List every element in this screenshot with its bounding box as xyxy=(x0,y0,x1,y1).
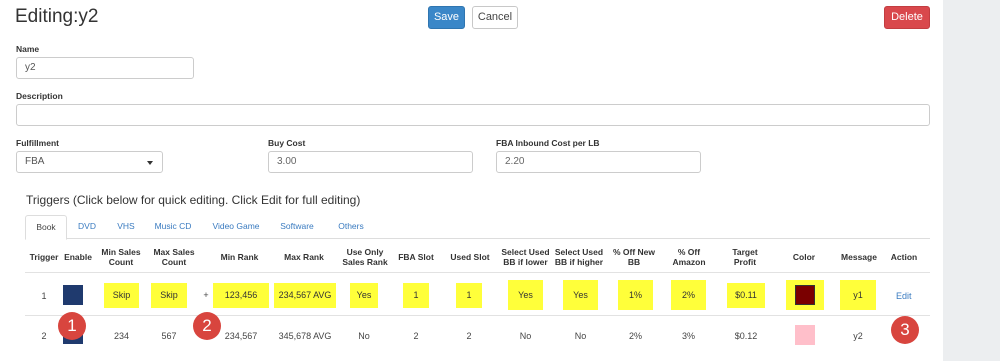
col-min-sales: Min Sales Count xyxy=(101,247,141,267)
col-off-amazon: % Off Amazon xyxy=(672,247,706,267)
col-bb-higher: Select Used BB if higher xyxy=(554,247,604,267)
col-target-profit: Target Profit xyxy=(732,247,758,267)
col-action: Action xyxy=(890,252,918,262)
tab-software[interactable]: Software xyxy=(277,215,317,239)
buy-cost-input[interactable]: 3.00 xyxy=(268,151,473,173)
tab-others[interactable]: Others xyxy=(333,215,369,239)
tab-book[interactable]: Book xyxy=(25,215,67,240)
annotation-badge-3: 3 xyxy=(891,316,919,344)
row-divider xyxy=(25,315,930,316)
category-tabs: Book DVD VHS Music CD Video Game Softwar… xyxy=(25,215,930,240)
fulfillment-select[interactable]: FBA xyxy=(16,151,163,173)
off-amazon-cell[interactable]: 3% xyxy=(671,331,706,341)
trigger-number: 1 xyxy=(41,291,47,301)
chevron-down-icon xyxy=(147,161,153,165)
use-only-cell[interactable]: Yes xyxy=(350,283,378,308)
editor-panel: Editing:y2 Save Cancel Delete Name y2 De… xyxy=(0,0,943,361)
bb-lower-cell[interactable]: Yes xyxy=(508,280,543,310)
col-max-sales: Max Sales Count xyxy=(153,247,195,267)
col-used-slot: Used Slot xyxy=(450,252,490,262)
target-profit-cell[interactable]: $0.12 xyxy=(727,331,765,341)
delete-button[interactable]: Delete xyxy=(884,6,930,29)
used-slot-cell[interactable]: 1 xyxy=(456,283,482,308)
edit-link[interactable]: Edit xyxy=(896,291,912,301)
use-only-cell[interactable]: No xyxy=(350,331,378,341)
col-off-new: % Off New BB xyxy=(612,247,656,267)
used-slot-cell[interactable]: 2 xyxy=(456,331,482,341)
save-button[interactable]: Save xyxy=(428,6,465,29)
tab-video-game[interactable]: Video Game xyxy=(209,215,263,239)
plus-icon[interactable]: + xyxy=(200,290,212,300)
enable-toggle[interactable] xyxy=(63,285,83,305)
tab-music-cd[interactable]: Music CD xyxy=(151,215,195,239)
min-rank-cell[interactable]: 234,567 xyxy=(213,331,269,341)
fba-inbound-label: FBA Inbound Cost per LB xyxy=(496,138,600,148)
off-new-cell[interactable]: 2% xyxy=(618,331,653,341)
message-cell[interactable]: y1 xyxy=(840,280,876,310)
col-min-rank: Min Rank xyxy=(220,252,259,262)
off-new-cell[interactable]: 1% xyxy=(618,280,653,310)
min-rank-cell[interactable]: 123,456 xyxy=(213,283,269,308)
col-message: Message xyxy=(841,252,877,262)
min-sales-cell[interactable]: 234 xyxy=(104,331,139,341)
col-use-only: Use Only Sales Rank xyxy=(342,247,388,267)
max-sales-cell[interactable]: Skip xyxy=(151,283,187,308)
color-cell[interactable] xyxy=(786,280,824,310)
col-color: Color xyxy=(792,252,816,262)
col-enable: Enable xyxy=(64,252,92,262)
header-divider xyxy=(25,272,930,273)
name-label: Name xyxy=(16,44,40,54)
cancel-button[interactable]: Cancel xyxy=(472,6,518,29)
fulfillment-label: Fulfillment xyxy=(16,138,59,148)
annotation-badge-1: 1 xyxy=(58,312,86,340)
col-fba-slot: FBA Slot xyxy=(398,252,434,262)
col-trigger: Trigger xyxy=(29,252,59,262)
fba-inbound-input[interactable]: 2.20 xyxy=(496,151,701,173)
triggers-title: Triggers (Click below for quick editing.… xyxy=(26,193,361,207)
bb-higher-cell[interactable]: No xyxy=(563,331,598,341)
target-profit-cell[interactable]: $0.11 xyxy=(727,283,765,308)
annotation-badge-2: 2 xyxy=(193,312,221,340)
col-max-rank: Max Rank xyxy=(284,252,324,262)
color-swatch[interactable] xyxy=(795,325,815,345)
tab-dvd[interactable]: DVD xyxy=(72,215,102,239)
max-sales-cell[interactable]: 567 xyxy=(151,331,187,341)
fulfillment-value: FBA xyxy=(25,156,45,167)
buy-cost-label: Buy Cost xyxy=(268,138,306,148)
off-amazon-cell[interactable]: 2% xyxy=(671,280,706,310)
description-input[interactable] xyxy=(16,104,930,126)
trigger-number: 2 xyxy=(41,331,47,341)
bb-higher-cell[interactable]: Yes xyxy=(563,280,598,310)
page-title: Editing:y2 xyxy=(15,6,99,27)
bb-lower-cell[interactable]: No xyxy=(508,331,543,341)
tab-vhs[interactable]: VHS xyxy=(111,215,141,239)
max-rank-cell[interactable]: 345,678 AVG xyxy=(274,331,336,341)
color-swatch xyxy=(795,285,815,305)
name-input[interactable]: y2 xyxy=(16,57,194,79)
page-sidebar xyxy=(943,0,1000,361)
message-cell[interactable]: y2 xyxy=(840,331,876,341)
fba-slot-cell[interactable]: 2 xyxy=(403,331,429,341)
max-rank-cell[interactable]: 234,567 AVG xyxy=(274,283,336,308)
min-sales-cell[interactable]: Skip xyxy=(104,283,139,308)
fba-slot-cell[interactable]: 1 xyxy=(403,283,429,308)
description-label: Description xyxy=(16,91,63,101)
col-bb-lower: Select Used BB if lower xyxy=(501,247,550,267)
